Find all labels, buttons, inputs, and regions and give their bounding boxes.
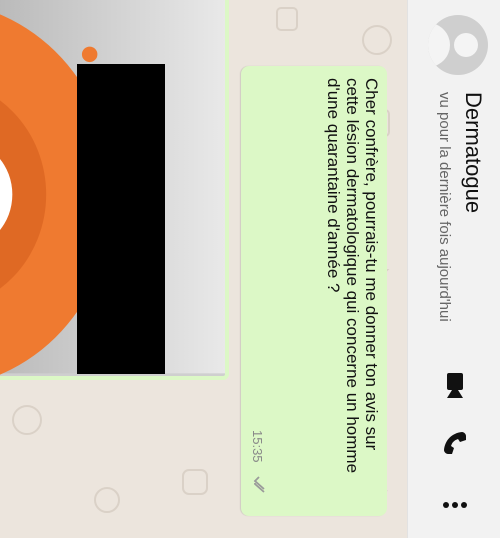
image-message[interactable]: [0, 0, 229, 380]
chat-screen: Dermatogue vu pour la dernière fois aujo…: [0, 0, 500, 538]
chat-area[interactable]: Cher confrère, pourrais-tu me donner ton…: [0, 0, 407, 538]
contact-name[interactable]: Dermatogue: [460, 92, 486, 213]
contact-last-seen: vu pour la dernière fois aujourd'hui: [436, 92, 453, 322]
outgoing-message-bubble[interactable]: Cher confrère, pourrais-tu me donner ton…: [241, 66, 387, 516]
more-options-icon[interactable]: [440, 490, 470, 520]
message-text: Cher confrère, pourrais-tu me donner ton…: [324, 78, 381, 474]
redaction-bar: [77, 64, 165, 374]
double-check-icon: [253, 476, 265, 493]
screenshot-stage: Dermatogue vu pour la dernière fois aujo…: [0, 0, 500, 538]
avatar-head-shape: [454, 33, 478, 57]
app-bar: Dermatogue vu pour la dernière fois aujo…: [407, 0, 500, 538]
video-call-icon[interactable]: [440, 370, 470, 400]
message-time: 15:35: [250, 430, 265, 463]
contact-avatar[interactable]: [428, 15, 488, 75]
phone-icon[interactable]: [440, 428, 470, 458]
avatar-body-shape: [428, 23, 450, 67]
